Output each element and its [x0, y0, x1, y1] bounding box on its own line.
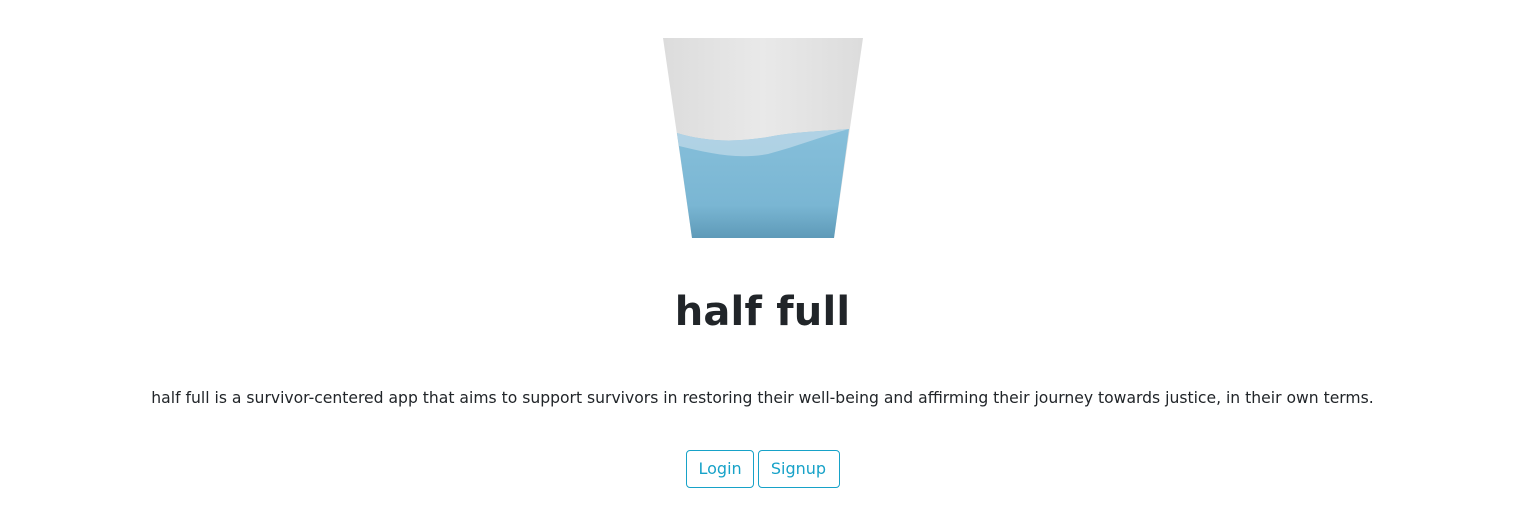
login-button[interactable]: Login: [685, 450, 754, 488]
half-full-glass-icon: [663, 38, 863, 238]
landing-page: half full half full is a survivor-center…: [0, 0, 1525, 520]
auth-actions: Login Signup: [0, 450, 1525, 488]
signup-button[interactable]: Signup: [757, 450, 840, 488]
app-description: half full is a survivor-centered app tha…: [151, 389, 1374, 407]
page-title: half full: [674, 289, 851, 335]
